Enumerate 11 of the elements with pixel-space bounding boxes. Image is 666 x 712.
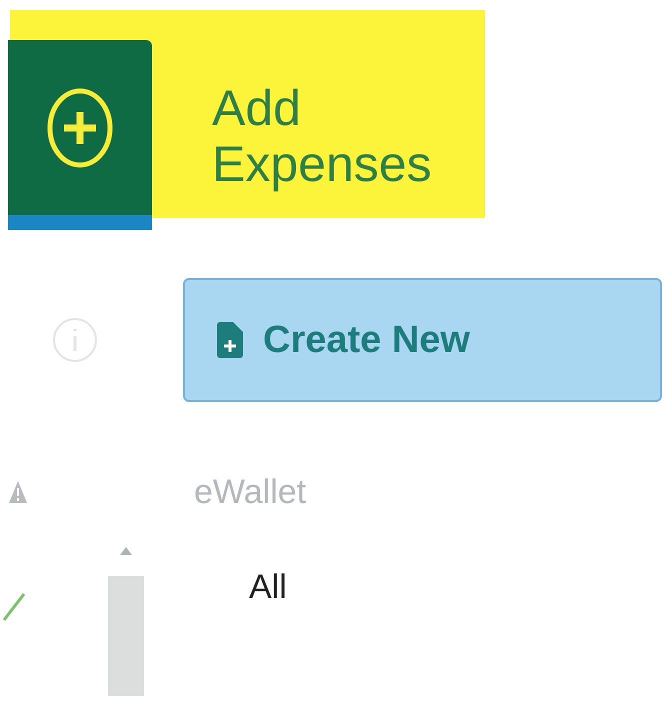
scrollbar-thumb[interactable] xyxy=(108,576,144,696)
info-icon[interactable] xyxy=(52,317,98,363)
section-heading: eWallet xyxy=(194,472,306,512)
scroll-up-icon[interactable] xyxy=(119,546,133,556)
plus-circle-icon xyxy=(47,88,113,168)
banner-title: Expenses xyxy=(212,136,432,192)
add-tile[interactable] xyxy=(8,40,152,230)
file-plus-icon xyxy=(217,322,243,358)
banner-title: Add xyxy=(212,80,302,136)
warning-icon xyxy=(8,480,28,504)
list-item[interactable]: All xyxy=(249,562,666,612)
